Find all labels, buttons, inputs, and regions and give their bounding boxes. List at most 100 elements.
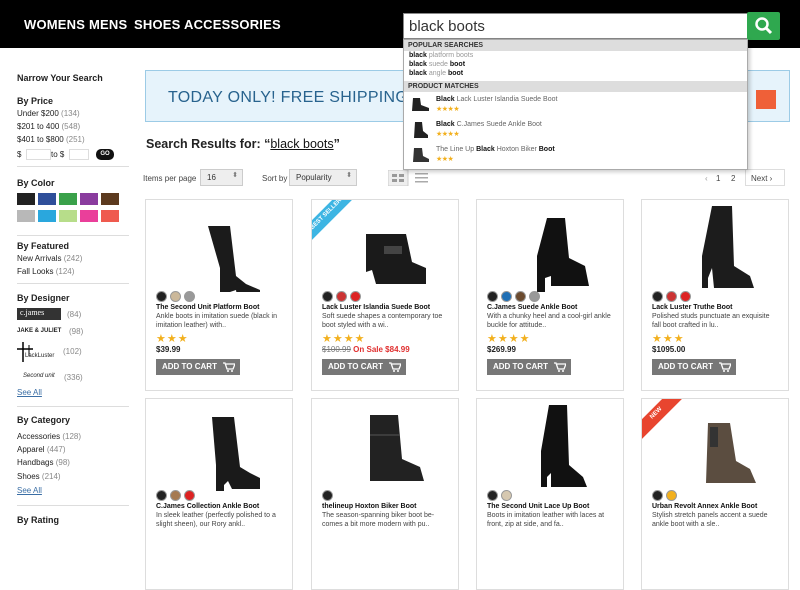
product-card[interactable]: BEST SELLER Lack Luster Islandia Suede Bo… [311,199,459,391]
product-name[interactable]: Lack Luster Truthe Boot [652,304,733,311]
product-name[interactable]: Lack Luster Islandia Suede Boot [322,304,430,311]
product-card[interactable]: Lack Luster Truthe Boot Polished studs pu… [641,199,789,391]
color-option-dot[interactable] [515,291,526,302]
product-card[interactable]: thelineup Hoxton Biker Boot The season-sp… [311,398,459,590]
color-swatch[interactable] [59,193,77,205]
boot-image-icon[interactable] [356,206,426,292]
popular-search-item[interactable]: black platform boots [404,51,747,60]
color-option-dot[interactable] [680,291,691,302]
product-name[interactable]: thelineup Hoxton Biker Boot [322,503,417,510]
color-option-dot[interactable] [184,490,195,501]
boot-image-icon[interactable] [521,206,591,292]
featured-option[interactable]: Fall Looks (124) [17,267,74,276]
featured-option[interactable]: New Arrivals (242) [17,254,82,263]
product-card[interactable]: NEW Urban Revolt Annex Ankle Boot Stylish … [641,398,789,590]
designer-logo-jake-juliet[interactable]: JAKE & JULIET [17,328,61,334]
nav-womens[interactable]: WOMENS [24,17,85,32]
pagination-prev[interactable]: ‹ [705,174,708,183]
color-option-dot[interactable] [156,490,167,501]
category-label: Apparel [17,445,45,454]
price-min-input[interactable] [26,149,51,160]
product-name[interactable]: Urban Revolt Annex Ankle Boot [652,503,757,510]
product-name[interactable]: The Second Unit Lace Up Boot [487,503,589,510]
product-card[interactable]: C.James Collection Ankle Boot In sleek le… [145,398,293,590]
add-to-cart-button[interactable]: ADD TO CART [652,359,736,375]
popular-search-item[interactable]: black suede boot [404,60,747,69]
product-card[interactable]: The Second Unit Platform Boot Ankle boots… [145,199,293,391]
color-option-dot[interactable] [501,490,512,501]
boot-image-icon[interactable] [521,405,591,491]
designer-logo-second-unit[interactable]: Second unit [23,373,55,379]
color-swatch[interactable] [17,193,35,205]
price-option[interactable]: $201 to 400 (548) [17,122,80,131]
nav-shoes[interactable]: SHOES [134,17,181,32]
add-to-cart-button[interactable]: ADD TO CART [322,359,406,375]
color-swatch[interactable] [80,193,98,205]
designer-see-all-link[interactable]: See All [17,388,42,397]
nav-accessories[interactable]: ACCESSORIES [184,17,281,32]
boot-image-icon[interactable] [190,405,260,491]
color-option-dot[interactable] [529,291,540,302]
color-option-dot[interactable] [652,291,663,302]
product-match-item[interactable]: The Line Up Black Hoxton Biker Boot ★★★ [404,142,747,167]
color-swatch[interactable] [101,210,119,222]
grid-view-icon[interactable] [388,170,409,186]
color-option-dot[interactable] [666,490,677,501]
color-swatch[interactable] [59,210,77,222]
category-option[interactable]: Shoes (214) [17,472,61,481]
product-name[interactable]: C.James Suede Ankle Boot [487,304,577,311]
color-option-dot[interactable] [350,291,361,302]
color-option-dot[interactable] [336,291,347,302]
pagination-page[interactable]: 1 [716,174,720,183]
price-go-button[interactable]: GO [96,149,114,160]
color-swatch[interactable] [17,210,35,222]
boot-image-icon[interactable] [356,405,426,491]
category-option[interactable]: Accessories (128) [17,432,81,441]
product-name[interactable]: The Second Unit Platform Boot [156,304,259,311]
boot-image-icon[interactable] [686,405,756,491]
product-card[interactable]: C.James Suede Ankle Boot With a chunky he… [476,199,624,391]
pagination-next-button[interactable]: Next › [745,169,785,186]
color-option-dot[interactable] [170,490,181,501]
results-query-link[interactable]: black boots [270,137,333,151]
category-option[interactable]: Handbags (98) [17,458,70,467]
color-option-dot[interactable] [487,490,498,501]
color-option-dot[interactable] [501,291,512,302]
color-option-dot[interactable] [170,291,181,302]
boot-image-icon[interactable] [686,206,756,292]
designer-logo-cjames[interactable]: c.james [17,308,61,320]
product-name[interactable]: C.James Collection Ankle Boot [156,503,259,510]
color-option-dot[interactable] [184,291,195,302]
product-match-item[interactable]: Black C.James Suede Ankle Boot ★★★★ [404,117,747,142]
search-button[interactable] [747,12,780,40]
color-swatch[interactable] [80,210,98,222]
search-input[interactable]: black boots [403,13,748,39]
items-per-page-select[interactable]: 16 ⬍ [200,169,243,186]
popular-search-item[interactable]: black angle boot [404,69,747,78]
color-option-dot[interactable] [487,291,498,302]
price-option[interactable]: Under $200 (134) [17,109,80,118]
category-see-all-link[interactable]: See All [17,486,42,495]
price-option[interactable]: $401 to $800 (251) [17,135,85,144]
color-option-dot[interactable] [322,490,333,501]
sort-by-select[interactable]: Popularity ⬍ [289,169,357,186]
designer-logo-lackluster-icon[interactable] [17,342,57,362]
add-to-cart-button[interactable]: ADD TO CART [487,359,571,375]
pagination-page[interactable]: 2 [731,174,735,183]
product-match-item[interactable]: Black Lack Luster Islandia Suede Boot ★★… [404,92,747,117]
product-card[interactable]: The Second Unit Lace Up Boot Boots in imi… [476,398,624,590]
color-option-dot[interactable] [666,291,677,302]
price-max-input[interactable] [69,149,89,160]
color-swatch[interactable] [101,193,119,205]
color-swatch[interactable] [38,193,56,205]
list-view-icon[interactable] [415,173,428,183]
color-option-dot[interactable] [652,490,663,501]
color-option-dot[interactable] [322,291,333,302]
category-option[interactable]: Apparel (447) [17,445,66,454]
promo-banner-button[interactable] [756,90,776,109]
nav-mens[interactable]: MENS [89,17,127,32]
boot-image-icon[interactable] [190,206,260,292]
add-to-cart-button[interactable]: ADD TO CART [156,359,240,375]
color-swatch[interactable] [38,210,56,222]
color-option-dot[interactable] [156,291,167,302]
